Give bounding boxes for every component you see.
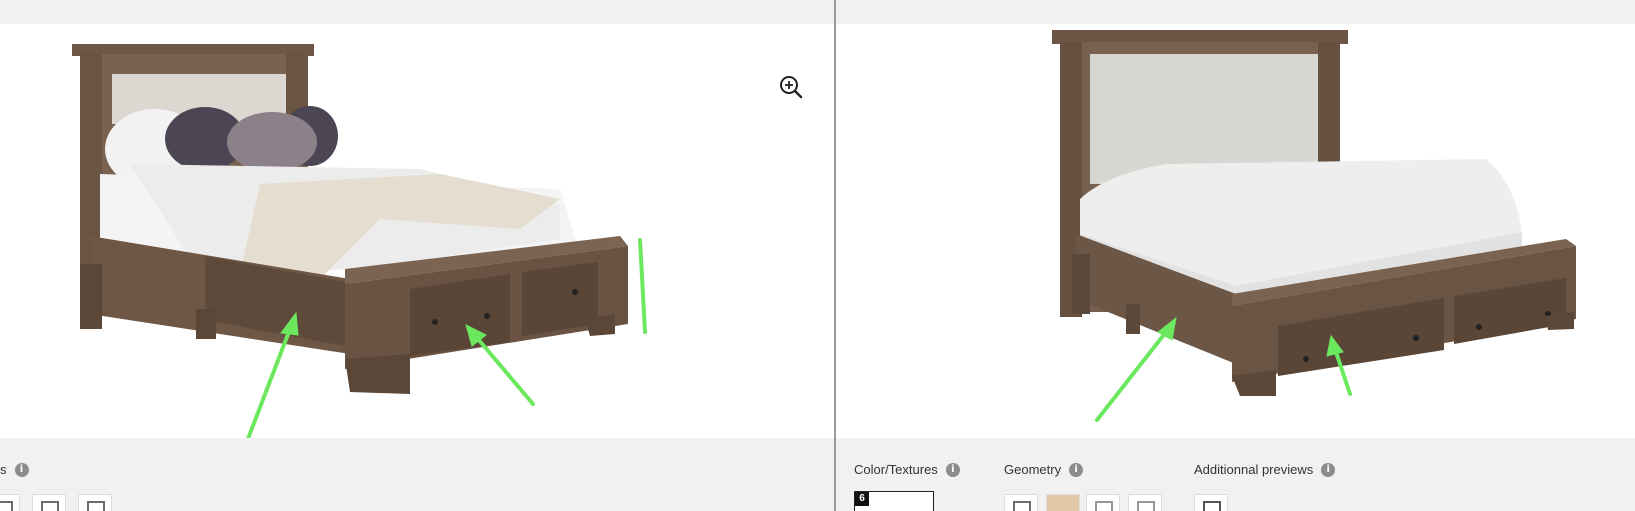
comparison-stage: s i Color/Textures i Geometry i Addition… [0,0,1635,511]
preview-thumbnail-1[interactable] [1194,494,1228,511]
plain-bed-render [1052,30,1576,422]
styled-bed-image [72,44,647,438]
left-thumbnail-3[interactable] [78,494,112,511]
geometry-thumbnail-1[interactable] [1004,494,1038,511]
info-icon[interactable]: i [1321,462,1336,477]
color-textures-tab[interactable]: Color/Textures i [854,462,960,477]
color-textures-label: Color/Textures [854,462,938,477]
geometry-label: Geometry [1004,462,1062,477]
left-image-viewer[interactable] [0,24,834,438]
left-panel: s i [0,0,834,511]
right-panel: Color/Textures i Geometry i Additionnal … [836,0,1635,511]
left-toolbar-fragment: s i [0,462,29,477]
geometry-thumbnail-4[interactable] [1128,494,1162,511]
geometry-tab[interactable]: Geometry i [1004,462,1084,477]
color-count-badge: 6 [855,492,869,506]
zoom-in-icon[interactable] [778,74,804,100]
left-toolbar-label: s [0,462,7,477]
geometry-thumbnail-2[interactable] [1046,494,1080,511]
info-icon[interactable]: i [14,462,29,477]
right-image-viewer[interactable] [836,24,1635,438]
left-thumbnail-2[interactable] [32,494,66,511]
info-icon[interactable]: i [1069,462,1084,477]
geometry-thumbnail-3[interactable] [1086,494,1120,511]
info-icon[interactable]: i [945,462,960,477]
left-thumbnail-1[interactable] [0,494,20,511]
additional-previews-tab[interactable]: Additionnal previews i [1194,462,1336,477]
additional-previews-label: Additionnal previews [1194,462,1314,477]
color-texture-thumbnail[interactable]: 6 [854,491,934,511]
